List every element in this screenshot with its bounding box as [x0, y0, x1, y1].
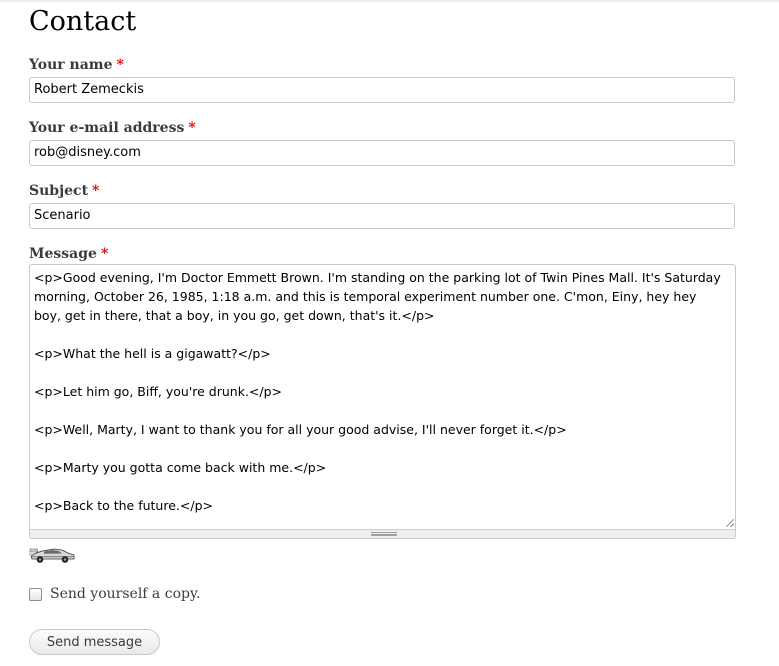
required-marker: *	[92, 183, 100, 199]
required-marker: *	[188, 120, 196, 136]
message-label-text: Message	[29, 246, 97, 262]
message-textarea[interactable]: <p>Good evening, I'm Doctor Emmett Brown…	[29, 264, 736, 539]
send-message-button[interactable]: Send message	[29, 629, 160, 655]
email-field[interactable]: rob@disney.com	[29, 140, 735, 166]
page-title: Contact	[29, 6, 137, 37]
grip-lines-icon	[371, 532, 397, 536]
subject-label: Subject *	[29, 182, 99, 200]
copy-checkbox[interactable]	[29, 587, 42, 601]
message-paragraph: <p>Let him go, Biff, you're drunk.</p>	[34, 384, 283, 399]
required-marker: *	[100, 246, 109, 262]
name-label-text: Your name	[29, 57, 113, 73]
subject-label-text: Subject	[29, 183, 89, 199]
copy-checkbox-label[interactable]: Send yourself a copy.	[50, 586, 200, 602]
resize-corner-icon[interactable]	[726, 519, 734, 527]
message-paragraph: <p>Back to the future.</p>	[34, 498, 213, 513]
message-paragraph: <p>Marty you gotta come back with me.</p…	[34, 460, 327, 475]
message-label: Message *	[29, 245, 108, 263]
message-paragraph: <p>Good evening, I'm Doctor Emmett Brown…	[34, 270, 721, 323]
email-label-text: Your e-mail address	[29, 120, 185, 136]
delorean-car-icon	[29, 548, 75, 563]
textarea-resize-handle[interactable]	[29, 529, 736, 539]
required-marker: *	[116, 57, 124, 73]
name-field[interactable]: Robert Zemeckis	[29, 77, 735, 103]
message-text[interactable]: <p>Good evening, I'm Doctor Emmett Brown…	[34, 268, 724, 526]
subject-field[interactable]: Scenario	[29, 203, 735, 229]
email-label: Your e-mail address *	[29, 119, 196, 137]
name-label: Your name *	[29, 56, 124, 74]
message-paragraph: <p>What the hell is a gigawatt?</p>	[34, 346, 271, 361]
message-paragraph: <p>Well, Marty, I want to thank you for …	[34, 422, 567, 437]
copy-checkbox-row[interactable]: Send yourself a copy.	[29, 585, 200, 603]
